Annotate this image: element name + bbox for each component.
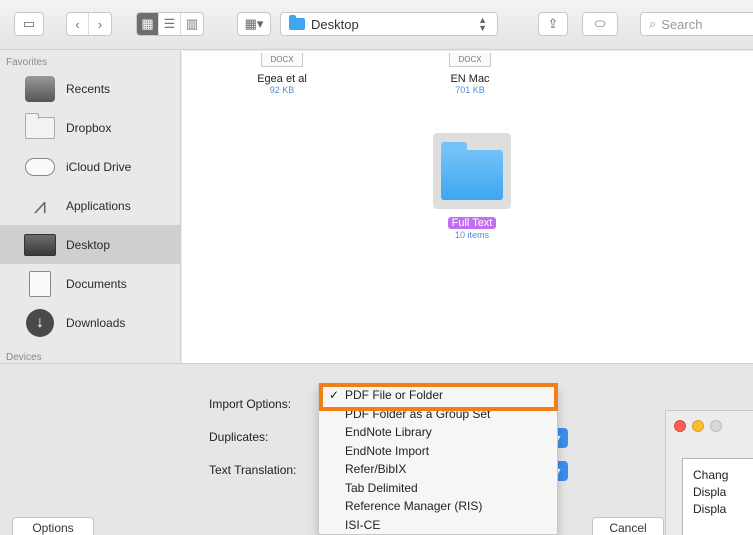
- minimize-icon[interactable]: [692, 420, 704, 432]
- sidebar-item-downloads[interactable]: ↓ Downloads: [0, 303, 180, 342]
- column-view-icon[interactable]: ▥: [181, 13, 203, 35]
- forward-icon[interactable]: ›: [89, 13, 111, 35]
- toolbar: ▭ ‹ › ▦ ☰ ▥ ▦▾ Desktop ▲ ▼ ⇪ ⬭ ⌕ Search: [0, 0, 753, 50]
- file-size: 701 KB: [455, 85, 485, 95]
- tag-icon: ⬭: [594, 16, 606, 31]
- menu-item-refer-bibix[interactable]: Refer/BibIX: [319, 460, 557, 479]
- search-icon: ⌕: [649, 16, 657, 31]
- menu-item-label: PDF File or Folder: [345, 388, 444, 402]
- list-item[interactable]: Displa: [693, 501, 753, 518]
- selected-folder-label: Full Text 10 items: [439, 215, 505, 240]
- close-icon[interactable]: [674, 420, 686, 432]
- sidebar-item-label: Documents: [66, 276, 127, 291]
- search-field[interactable]: ⌕ Search: [640, 12, 753, 36]
- search-placeholder: Search: [661, 16, 703, 32]
- folder-item-count: 10 items: [454, 230, 489, 240]
- sidebar-item-icloud-drive[interactable]: iCloud Drive: [0, 147, 180, 186]
- sidebar: Favorites Recents Dropbox iCloud Drive ⩘…: [0, 51, 181, 363]
- menu-item-label: ISI-CE: [345, 517, 381, 532]
- sidebar-section-devices: Devices: [6, 352, 42, 363]
- import-options-menu: ✓ PDF File or Folder PDF Folder as a Gro…: [318, 385, 558, 535]
- file-item[interactable]: DOCX Egea et al 92 KB: [242, 51, 322, 95]
- checkmark-icon: ✓: [329, 388, 340, 402]
- secondary-window: Chang Displa Displa: [665, 410, 753, 535]
- download-icon: ↓: [24, 308, 56, 337]
- duplicates-label: Duplicates:: [209, 430, 269, 444]
- sidebar-item-desktop[interactable]: Desktop: [0, 225, 180, 264]
- updown-chevron-icon: ▲ ▼: [478, 15, 487, 33]
- sidebar-item-documents[interactable]: Documents: [0, 264, 180, 303]
- menu-item-endnote-library[interactable]: EndNote Library: [319, 423, 557, 442]
- back-icon[interactable]: ‹: [67, 13, 89, 35]
- folder-icon: [24, 112, 56, 142]
- sidebar-item-label: Dropbox: [66, 120, 112, 135]
- text-translation-label: Text Translation:: [209, 463, 297, 477]
- sidebar-item-recents[interactable]: Recents: [0, 69, 180, 108]
- back-forward-control: ‹ ›: [66, 12, 112, 36]
- menu-item-reference-manager-ris[interactable]: Reference Manager (RIS): [319, 497, 557, 516]
- folder-icon: [441, 142, 503, 200]
- list-item[interactable]: Chang: [693, 467, 753, 484]
- sidebar-section-favorites: Favorites: [6, 57, 48, 68]
- path-popup[interactable]: Desktop ▲ ▼: [280, 12, 498, 36]
- menu-item-label: PDF Folder as a Group Set: [345, 406, 491, 421]
- folder-icon: [289, 15, 305, 30]
- options-button[interactable]: Options: [12, 517, 94, 535]
- file-item[interactable]: DOCX EN Mac 701 KB: [430, 51, 510, 95]
- view-mode-control: ▦ ☰ ▥: [136, 12, 204, 36]
- menu-item-label: Tab Delimited: [345, 480, 418, 495]
- tags-button[interactable]: ⬭: [582, 12, 618, 36]
- cloud-icon: [24, 153, 56, 181]
- sidebar-item-label: iCloud Drive: [66, 159, 132, 174]
- path-label: Desktop: [311, 16, 359, 32]
- sidebar-item-dropbox[interactable]: Dropbox: [0, 108, 180, 147]
- list-view-icon[interactable]: ☰: [159, 13, 181, 35]
- desktop-icon: [24, 231, 56, 259]
- file-size: 92 KB: [269, 85, 295, 95]
- sidebar-item-applications[interactable]: ⩘ Applications: [0, 186, 180, 225]
- sidebar-icon: ▭: [22, 16, 36, 31]
- selected-folder[interactable]: [433, 133, 511, 209]
- menu-item-label: EndNote Import: [345, 443, 430, 458]
- docx-tag: DOCX: [449, 53, 491, 67]
- menu-item-tab-delimited[interactable]: Tab Delimited: [319, 479, 557, 498]
- file-name: Egea et al: [257, 73, 307, 85]
- icon-view-icon[interactable]: ▦: [137, 13, 159, 35]
- menu-item-pdf-folder-group-set[interactable]: PDF Folder as a Group Set: [319, 405, 557, 424]
- applications-icon: ⩘: [33, 192, 47, 218]
- arrange-icon: ▦▾: [244, 16, 264, 31]
- file-browser: DOCX Egea et al 92 KB DOCX EN Mac 701 KB…: [182, 51, 753, 363]
- secondary-window-content: Chang Displa Displa: [682, 458, 753, 535]
- list-item[interactable]: Displa: [693, 484, 753, 501]
- arrange-button[interactable]: ▦▾: [237, 12, 271, 36]
- zoom-icon[interactable]: [710, 420, 722, 432]
- document-icon: [24, 270, 56, 298]
- menu-item-label: Reference Manager (RIS): [345, 499, 483, 513]
- file-name: EN Mac: [450, 73, 490, 85]
- import-options-label: Import Options:: [209, 397, 292, 411]
- docx-tag: DOCX: [261, 53, 303, 67]
- menu-item-pdf-file-or-folder[interactable]: ✓ PDF File or Folder: [319, 386, 557, 405]
- share-icon: ⇪: [547, 16, 559, 31]
- menu-item-endnote-import[interactable]: EndNote Import: [319, 442, 557, 461]
- folder-name: Full Text: [447, 217, 497, 229]
- sidebar-toggle-button[interactable]: ▭: [14, 12, 44, 36]
- menu-item-label: Refer/BibIX: [345, 462, 407, 476]
- menu-item-isi-ce[interactable]: ISI-CE: [319, 516, 557, 535]
- recents-icon: [24, 75, 56, 103]
- sidebar-item-label: Desktop: [66, 237, 111, 252]
- share-button[interactable]: ⇪: [538, 12, 568, 36]
- sidebar-item-label: Downloads: [66, 315, 126, 330]
- sidebar-item-label: Applications: [66, 198, 131, 213]
- cancel-button[interactable]: Cancel: [592, 517, 664, 535]
- menu-item-label: EndNote Library: [345, 425, 432, 439]
- sidebar-item-label: Recents: [66, 81, 111, 96]
